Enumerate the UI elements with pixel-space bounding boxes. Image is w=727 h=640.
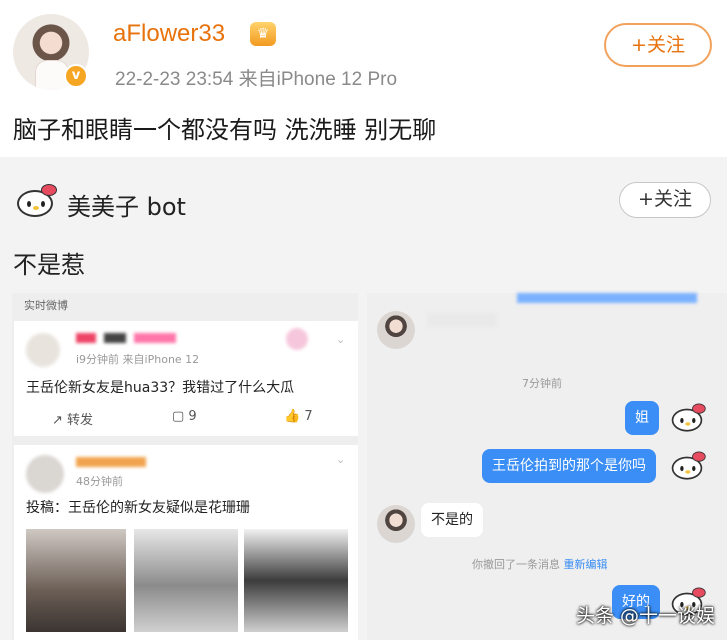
toutiao-watermark: 头条 @十一谈娱 [575, 605, 715, 627]
like-action[interactable]: 👍 7 [284, 409, 313, 424]
blurred-avatar [26, 333, 60, 367]
chat-msg-1: 姐 [625, 401, 659, 435]
chat-avatar-1[interactable] [377, 311, 415, 349]
reedit-link[interactable]: 重新编辑 [564, 558, 608, 571]
shot-card-1: i9分钟前 来自iPhone 12 ⌄ 王岳伦新女友是hua33？我错过了什么大… [14, 321, 358, 436]
sticker-decoration [264, 325, 330, 353]
street-photo-2[interactable] [134, 529, 238, 632]
hello-kitty-avatar-icon-3[interactable] [670, 451, 706, 481]
chevron-down-icon[interactable]: ⌄ [336, 333, 345, 346]
follow-button-2[interactable]: +关注 [619, 182, 711, 218]
chat-msg-2: 王岳伦拍到的那个是你吗 [482, 449, 656, 483]
repost-action[interactable]: ↗ 转发 [52, 409, 93, 428]
chat-avatar-2[interactable] [377, 505, 415, 543]
post-text: 脑子和眼睛一个都没有吗 洗洗睡 别无聊 [13, 116, 437, 144]
blurred-chat-name [427, 313, 497, 327]
like-count: 7 [304, 409, 313, 424]
shot-header: 实时微博 [24, 299, 68, 312]
recall-text: 你撤回了一条消息 [472, 558, 560, 571]
blurred-name [76, 333, 176, 343]
hello-kitty-avatar-icon[interactable] [15, 184, 57, 218]
hello-kitty-avatar-icon-2[interactable] [670, 403, 706, 433]
card1-meta: i9分钟前 来自iPhone 12 [76, 353, 200, 366]
screenshot-left: 实时微博 i9分钟前 来自iPhone 12 ⌄ 王岳伦新女友是hua33？我错… [12, 293, 358, 640]
chevron-down-icon-2[interactable]: ⌄ [336, 453, 345, 466]
street-photo-1[interactable] [26, 529, 126, 632]
card2-meta: 48分钟前 [76, 475, 123, 488]
street-photo-3[interactable] [244, 529, 348, 632]
repost-section: 美美子 bot +关注 不是惹 实时微博 i9分钟前 来自iPhone 12 ⌄… [0, 157, 727, 640]
crown-icon: ♛ [250, 22, 276, 46]
blurred-name-2 [76, 457, 146, 467]
weibo-post: v aFlower33 ♛ 22-2-23 23:54 来自iPhone 12 … [0, 0, 727, 157]
card2-text: 投稿：王岳伦的新女友疑似是花珊珊 [26, 500, 250, 516]
blurred-avatar-2 [26, 455, 64, 493]
verified-badge-icon: v [64, 64, 88, 88]
comment-action[interactable]: ▢ 9 [172, 409, 197, 424]
post-username[interactable]: aFlower33 [113, 20, 225, 48]
post-meta: 22-2-23 23:54 来自iPhone 12 Pro [115, 69, 398, 90]
recall-notice: 你撤回了一条消息 重新编辑 [472, 556, 608, 572]
chat-reply: 不是的 [421, 503, 483, 537]
repost-label: 转发 [67, 413, 94, 428]
screenshot-right-chat: 7分钟前 姐 王岳伦拍到的那个是你吗 不是的 你撤回了一条消息 重新编辑 好的 [367, 293, 727, 640]
chat-time: 7分钟前 [522, 377, 562, 390]
repost-username[interactable]: 美美子 bot [67, 187, 186, 222]
repost-text: 不是惹 [13, 251, 85, 279]
card1-text: 王岳伦新女友是hua33？我错过了什么大瓜 [26, 380, 295, 396]
comment-count: 9 [188, 409, 197, 424]
follow-button[interactable]: +关注 [604, 23, 712, 67]
blurred-header [517, 293, 697, 303]
shot-card-2: 48分钟前 ⌄ 投稿：王岳伦的新女友疑似是花珊珊 [14, 445, 358, 640]
